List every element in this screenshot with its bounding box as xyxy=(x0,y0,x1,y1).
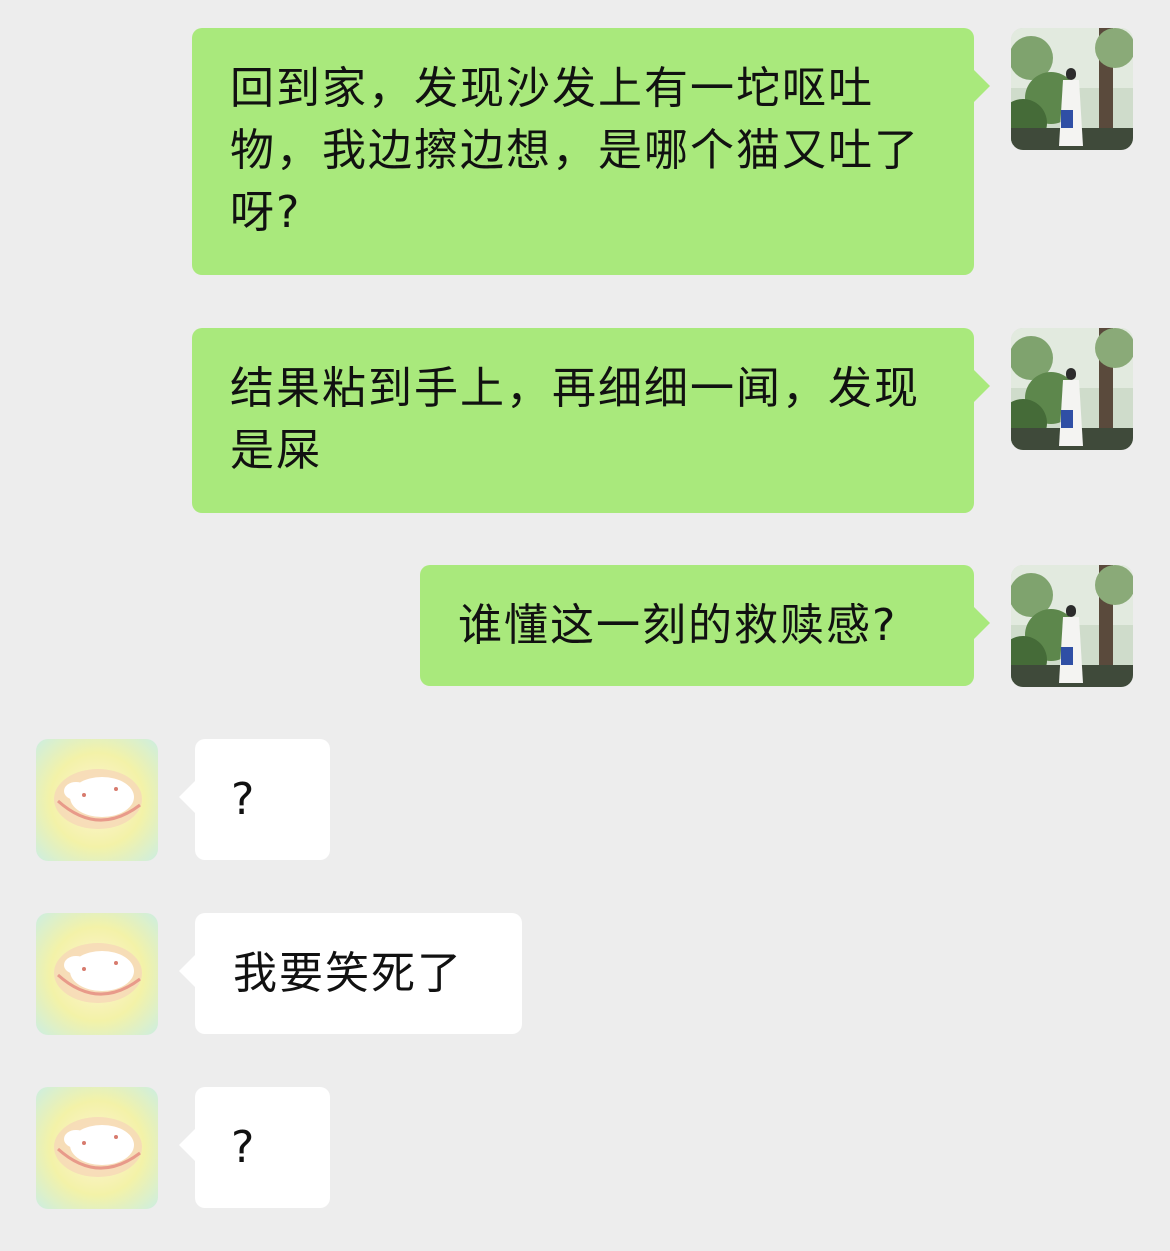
friend-avatar-cat-icon[interactable] xyxy=(36,739,158,861)
user-avatar-photo-icon[interactable] xyxy=(1011,28,1133,150)
message-text: ? xyxy=(231,1122,257,1173)
bubble-tail xyxy=(974,70,990,102)
message-text: 结果粘到手上，再细细一闻，发现是屎 xyxy=(230,363,920,476)
message-text: 谁懂这一刻的救赎感? xyxy=(458,600,898,651)
received-message-bubble[interactable]: 我要笑死了 xyxy=(179,913,522,1034)
bubble-tail xyxy=(179,1129,195,1161)
sent-message-bubble[interactable]: 结果粘到手上，再细细一闻，发现是屎 xyxy=(192,328,990,513)
friend-avatar-cat-icon[interactable] xyxy=(36,1087,158,1209)
message-text: 我要笑死了 xyxy=(233,948,463,999)
friend-avatar-cat-icon[interactable] xyxy=(36,913,158,1035)
user-avatar-photo-icon[interactable] xyxy=(1011,328,1133,450)
message-text: 回到家，发现沙发上有一坨呕吐物，我边擦边想，是哪个猫又吐了呀? xyxy=(230,63,920,238)
bubble-tail xyxy=(974,607,990,639)
bubble-tail xyxy=(179,781,195,813)
sent-message-bubble[interactable]: 回到家，发现沙发上有一坨呕吐物，我边擦边想，是哪个猫又吐了呀? xyxy=(192,28,990,275)
received-message-bubble[interactable]: ? xyxy=(179,739,330,860)
bubble-tail xyxy=(179,955,195,987)
sent-message-bubble[interactable]: 谁懂这一刻的救赎感? xyxy=(420,565,990,686)
bubble-tail xyxy=(974,370,990,402)
message-text: ? xyxy=(231,774,257,825)
user-avatar-photo-icon[interactable] xyxy=(1011,565,1133,687)
received-message-bubble[interactable]: ? xyxy=(179,1087,330,1208)
